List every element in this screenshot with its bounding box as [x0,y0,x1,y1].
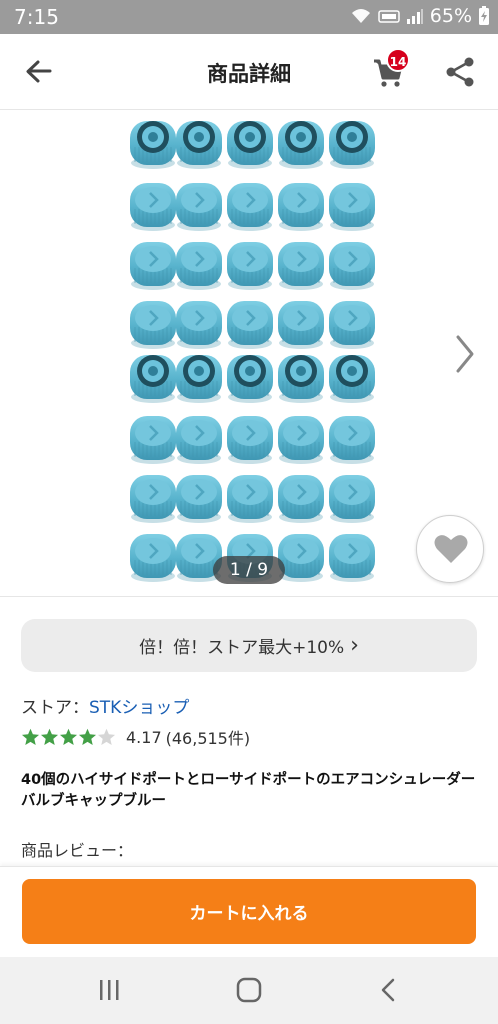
valve-cap [329,475,375,523]
valve-cap [278,183,324,231]
review-label: 商品レビュー： [21,841,134,860]
valve-cap [130,534,176,582]
valve-cap-open [176,355,222,403]
star-icon [78,728,97,746]
volte-icon [378,10,400,23]
valve-cap [227,416,273,464]
battery-percent: 65% [429,5,472,27]
rating-count: (46,515件) [165,729,251,748]
star-icon [97,728,116,746]
star-icon [59,728,78,746]
valve-cap-open [329,355,375,403]
heart-icon [434,535,468,563]
valve-cap-open [278,121,324,169]
rating-line[interactable]: 4.17 (46,515件) [21,725,250,749]
valve-cap [278,475,324,523]
valve-cap [329,183,375,231]
valve-cap [130,416,176,464]
add-to-cart-button[interactable]: カートに入れる [22,879,476,944]
valve-cap [278,242,324,290]
valve-cap [130,475,176,523]
rating-value: 4.17 [126,727,162,747]
promo-label: 倍！倍！ストア最大+10% [139,638,345,658]
store-name-link[interactable]: STKショップ [89,698,189,718]
valve-cap-open [278,355,324,403]
chevron-right-icon: › [350,633,359,658]
valve-cap [176,242,222,290]
valve-cap [278,416,324,464]
store-prefix: ストア： [21,698,89,718]
valve-cap [329,416,375,464]
valve-cap [176,301,222,349]
system-nav-bar [0,957,498,1024]
star-icon [40,728,59,746]
recent-apps-icon[interactable] [92,975,126,1005]
app-header: 商品詳細 14 [0,34,498,110]
product-photo [130,121,375,582]
valve-cap [130,242,176,290]
signal-icon [406,9,423,24]
product-title: 40個のハイサイドポートとローサイドポートのエアコンシュレーダーバルブキャップブ… [21,772,476,809]
favorite-button[interactable] [416,515,484,583]
cart-bar: カートに入れる [0,866,498,957]
chevron-right-icon[interactable] [450,329,480,379]
status-bar: 7:15 65% [0,0,498,34]
valve-cap [227,242,273,290]
page-title: 商品詳細 [207,62,291,86]
star-icon [21,728,40,746]
rating-stars [21,728,116,746]
back-icon[interactable] [372,975,406,1005]
store-line: ストア：STKショップ [21,693,189,718]
battery-icon [479,6,489,25]
status-time: 7:15 [14,5,59,29]
product-image-gallery[interactable]: 1 / 9 [0,111,498,597]
valve-cap [329,301,375,349]
share-icon[interactable] [442,54,478,90]
image-counter: 1 / 9 [213,556,285,584]
valve-cap [329,534,375,582]
valve-cap [329,242,375,290]
valve-cap [278,534,324,582]
status-icons: 65% [350,5,490,27]
store-promo-banner[interactable]: 倍！倍！ストア最大+10% › [21,619,477,672]
wifi-icon [351,9,370,23]
valve-cap-open [329,121,375,169]
valve-cap [130,301,176,349]
valve-cap-open [176,121,222,169]
home-icon[interactable] [232,975,266,1005]
valve-cap [227,301,273,349]
cart-count-badge: 14 [386,48,410,72]
valve-cap [227,475,273,523]
valve-cap-open [130,121,176,169]
valve-cap [130,183,176,231]
valve-cap [176,416,222,464]
valve-cap [278,301,324,349]
valve-cap-open [227,121,273,169]
valve-cap [176,475,222,523]
valve-cap-open [130,355,176,403]
valve-cap-open [227,355,273,403]
valve-cap [227,183,273,231]
valve-cap [176,183,222,231]
